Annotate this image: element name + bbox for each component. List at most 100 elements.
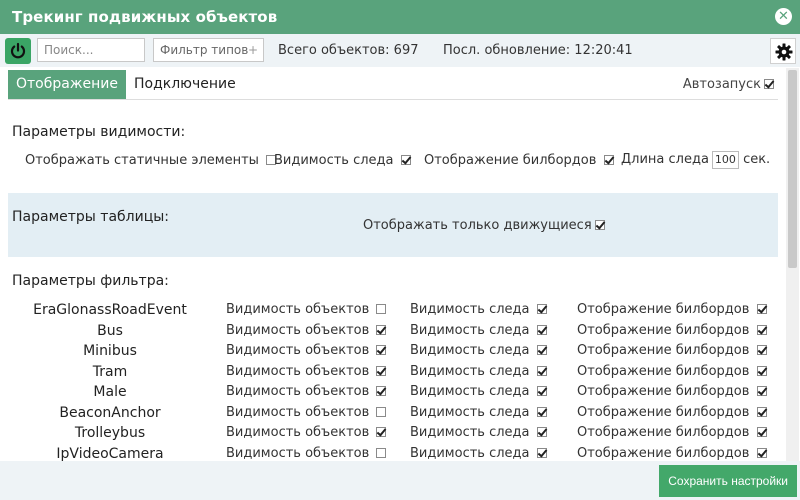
close-icon[interactable]: ✕ [775,8,792,25]
objects-visibility-label: Видимость объектов [226,343,370,358]
trail-visibility-checkbox[interactable] [536,324,547,335]
power-icon [10,42,26,59]
moving-only-option[interactable]: Отображать только движущиеся [363,218,605,233]
moving-only-checkbox[interactable] [594,220,605,230]
objects-visibility-option[interactable]: Видимость объектов [226,425,387,440]
billboards-option[interactable]: Отображение билбордов [577,425,767,440]
tab-bar: Отображение Подключение Автозапуск [8,70,778,100]
object-type-name: Male [93,384,127,400]
objects-visibility-option[interactable]: Видимость объектов [226,302,387,317]
billboards-option[interactable]: Отображение билбордов [424,153,614,168]
billboards-label: Отображение билбордов [577,343,750,358]
autostart-checkbox[interactable] [764,79,774,89]
objects-visibility-option[interactable]: Видимость объектов [226,445,387,461]
static-elements-label: Отображать статичные элементы [25,153,259,168]
billboards-label: Отображение билбордов [577,302,750,317]
objects-visibility-checkbox[interactable] [376,345,387,355]
objects-visibility-label: Видимость объектов [226,363,370,379]
trail-visibility-checkbox[interactable] [536,365,547,376]
billboards-option[interactable]: Отображение билбордов [577,405,767,420]
billboards-option[interactable]: Отображение билбордов [577,343,767,358]
trail-visibility-option[interactable]: Видимость следа [410,343,547,358]
objects-visibility-option[interactable]: Видимость объектов [226,384,387,399]
objects-visibility-checkbox[interactable] [376,406,387,417]
trail-visibility-option[interactable]: Видимость следа [410,323,547,338]
tab-connection[interactable]: Подключение [126,70,244,99]
object-type-name: EraGlonassRoadEvent [33,302,187,318]
trail-visibility-option[interactable]: Видимость следа [410,405,547,420]
billboards-option[interactable]: Отображение билбордов [577,302,767,317]
trail-visibility-option[interactable]: Видимость следа [410,425,547,440]
trail-visibility-checkbox[interactable] [536,406,547,417]
billboards-option[interactable]: Отображение билбордов [577,446,767,461]
scrollbar[interactable] [786,68,799,461]
objects-visibility-checkbox[interactable] [376,304,387,314]
trail-length-input[interactable]: 100 [711,151,739,169]
objects-visibility-checkbox[interactable] [376,324,387,335]
billboards-checkbox[interactable] [756,345,767,355]
trail-visibility-option[interactable]: Видимость следа [410,384,547,399]
search-input[interactable]: Поиск... [37,38,145,62]
billboards-checkbox[interactable] [756,365,767,376]
objects-visibility-option[interactable]: Видимость объектов [226,323,387,338]
trail-visibility-checkbox[interactable] [536,345,547,355]
objects-visibility-checkbox[interactable] [376,427,387,437]
objects-visibility-option[interactable]: Видимость объектов [226,404,387,420]
billboards-checkbox[interactable] [756,406,767,417]
trail-visibility-option[interactable]: Видимость следа [410,364,547,379]
save-settings-button[interactable]: Сохранить настройки [659,465,797,497]
objects-visibility-label: Видимость объектов [226,445,370,461]
billboards-option[interactable]: Отображение билбордов [577,384,767,399]
trail-visibility-label: Видимость следа [410,343,530,358]
type-filter-select[interactable]: Фильтр типов + [153,38,264,62]
billboards-checkbox[interactable] [756,324,767,335]
filter-row: Minibus Видимость объектов Видимость след… [0,343,780,363]
autostart-label: Автозапуск [682,77,761,92]
billboards-checkbox[interactable] [756,427,767,437]
objects-visibility-label: Видимость объектов [226,384,370,399]
billboards-checkbox[interactable] [756,447,767,458]
table-params-title: Параметры таблицы: [12,209,170,225]
billboards-checkbox[interactable] [756,386,767,396]
objects-visibility-option[interactable]: Видимость объектов [226,343,387,358]
autostart-toggle[interactable]: Автозапуск [683,77,774,92]
power-button[interactable] [5,38,31,64]
tab-display[interactable]: Отображение [8,70,126,99]
title-bar: Трекинг подвижных объектов ✕ [0,0,800,34]
trail-visibility-label: Видимость следа [410,404,530,420]
window-title: Трекинг подвижных объектов [12,8,278,26]
settings-button[interactable] [770,38,796,64]
trail-visibility-checkbox[interactable] [536,386,547,396]
trail-visibility-label: Видимость следа [410,302,530,317]
trail-visibility-checkbox[interactable] [536,427,547,437]
objects-visibility-label: Видимость объектов [226,302,370,317]
object-type-name: Trolleybus [74,425,146,441]
objects-visibility-checkbox[interactable] [376,365,387,376]
type-filter-label: Фильтр типов [160,43,249,57]
objects-visibility-option[interactable]: Видимость объектов [226,363,387,379]
trail-visibility-checkbox[interactable] [400,155,411,165]
filter-section-title: Параметры фильтра: [12,273,169,289]
billboards-option[interactable]: Отображение билбордов [577,323,767,338]
billboards-checkbox[interactable] [756,304,767,314]
object-type-name: Bus [97,322,123,339]
scrollbar-thumb[interactable] [788,70,797,268]
billboards-label: Отображение билбордов [577,322,750,338]
objects-visibility-label: Видимость объектов [226,404,370,420]
billboards-label: Отображение билбордов [577,384,750,399]
filter-row: Tram Видимость объектов Видимость следа О… [0,364,780,384]
trail-visibility-label: Видимость следа [410,363,530,379]
filter-row: Trolleybus Видимость объектов Видимость с… [0,425,780,445]
billboards-option[interactable]: Отображение билбордов [577,364,767,379]
static-elements-option[interactable]: Отображать статичные элементы [25,153,277,168]
objects-visibility-checkbox[interactable] [376,447,387,458]
trail-visibility-option[interactable]: Видимость следа [410,446,547,461]
moving-only-label: Отображать только движущиеся [363,218,592,233]
trail-visibility-option[interactable]: Видимость следа [410,302,547,317]
objects-visibility-checkbox[interactable] [376,386,387,396]
trail-visibility-checkbox[interactable] [536,304,547,314]
objects-visibility-label: Видимость объектов [226,425,370,440]
trail-visibility-option[interactable]: Видимость следа [274,153,411,168]
trail-visibility-checkbox[interactable] [536,447,547,458]
billboards-checkbox[interactable] [603,155,614,165]
